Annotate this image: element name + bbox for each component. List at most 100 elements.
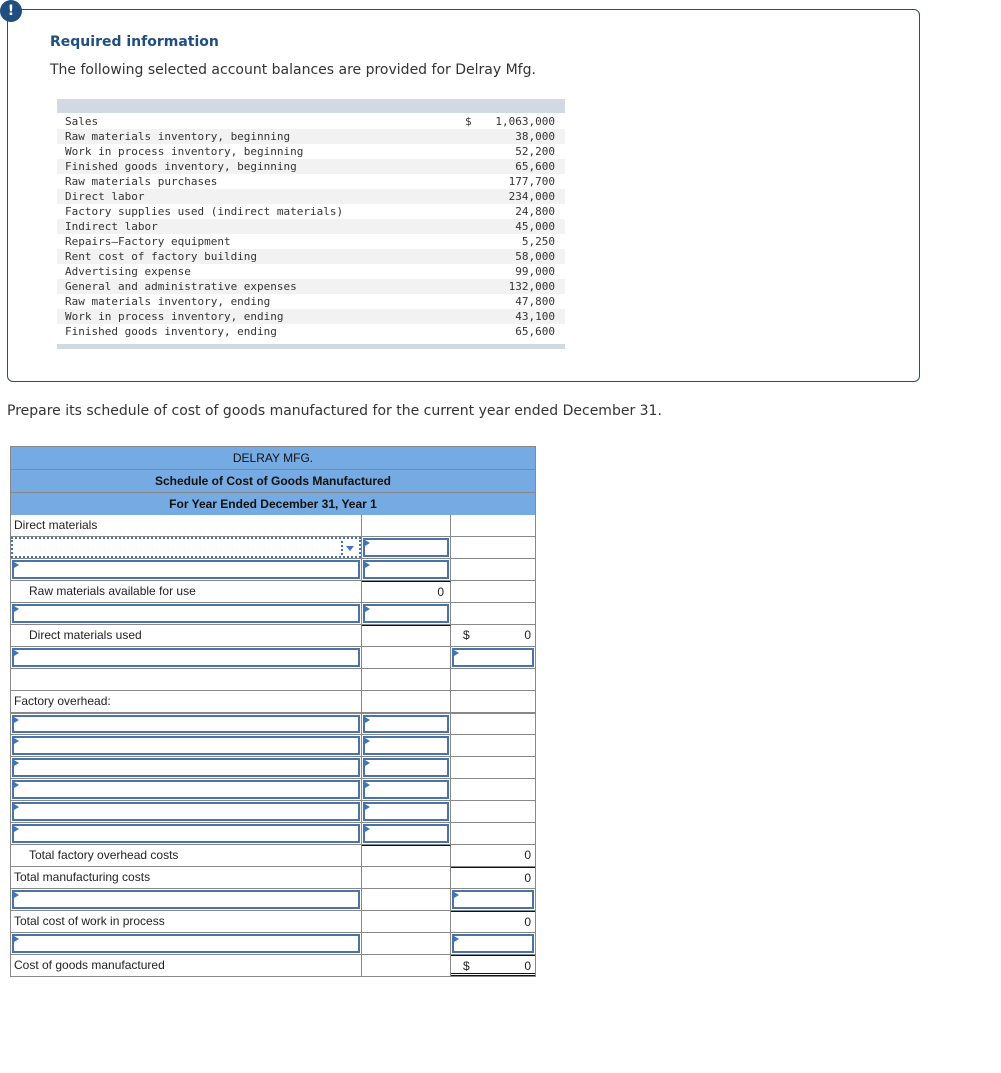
balance-row: General and administrative expenses 132,0…: [57, 279, 565, 294]
balance-label: Raw materials purchases: [65, 175, 218, 188]
balance-row: Raw materials purchases 177,700: [57, 174, 565, 189]
alert-icon: !: [0, 0, 22, 22]
wip-account-input-1[interactable]: [12, 890, 360, 909]
balance-label: General and administrative expenses: [65, 280, 297, 293]
question-prompt: Prepare its schedule of cost of goods ma…: [7, 403, 662, 419]
row-raw-available: Raw materials available for use 0: [10, 581, 536, 603]
table-top-bar: [57, 99, 565, 113]
balance-row: Advertising expense 99,000: [57, 264, 565, 279]
row-overhead-input-2: [10, 735, 536, 757]
row-blank: [10, 669, 536, 691]
label-dm-used: Direct materials used: [11, 625, 362, 646]
dm-amount-input-1[interactable]: [363, 538, 449, 557]
label-raw-available: Raw materials available for use: [11, 581, 362, 602]
dm-account-input-2[interactable]: [12, 560, 360, 579]
dm-account-select[interactable]: [11, 537, 361, 558]
currency-cogm: $: [463, 959, 470, 973]
balance-currency: [465, 279, 485, 294]
balance-row: Raw materials inventory, beginning 38,000: [57, 129, 565, 144]
overhead-amount-input-5[interactable]: [363, 802, 449, 821]
row-overhead-input-1: [10, 713, 536, 735]
cogm-schedule: DELRAY MFG. Schedule of Cost of Goods Ma…: [10, 446, 536, 977]
balance-currency: [465, 204, 485, 219]
dm-amount-input-3[interactable]: [363, 604, 449, 623]
chevron-down-icon[interactable]: [341, 541, 357, 555]
balance-currency: [465, 174, 485, 189]
balance-currency: [465, 309, 485, 324]
balance-value: 52,200: [515, 145, 555, 158]
overhead-amount-input-3[interactable]: [363, 758, 449, 777]
balance-currency: [465, 219, 485, 234]
balance-currency: $: [465, 115, 472, 128]
label-cogm: Cost of goods manufactured: [11, 955, 362, 976]
balance-value: 5,250: [521, 235, 555, 248]
value-total-wip: 0: [524, 915, 531, 929]
labor-account-input[interactable]: [12, 648, 360, 667]
balance-value: 177,700: [508, 175, 555, 188]
overhead-account-input-2[interactable]: [12, 736, 360, 755]
balance-currency: [465, 324, 485, 339]
overhead-account-input-1[interactable]: [12, 715, 360, 733]
dm-amount-input-2[interactable]: [363, 560, 449, 579]
currency-dm-used: $: [463, 628, 470, 642]
balance-row: Finished goods inventory, beginning 65,60…: [57, 159, 565, 174]
value-total-overhead: 0: [524, 848, 531, 862]
balance-currency: [465, 144, 485, 159]
overhead-amount-input-2[interactable]: [363, 736, 449, 755]
wip-amount-input-2[interactable]: [452, 934, 534, 953]
overhead-account-input-6[interactable]: [12, 824, 360, 843]
wip-account-input-2[interactable]: [12, 934, 360, 953]
row-dm-input-2: [10, 559, 536, 581]
wip-amount-input-1[interactable]: [452, 890, 534, 909]
required-information-text: The following selected account balances …: [50, 62, 536, 78]
row-factory-overhead: Factory overhead:: [10, 691, 536, 713]
row-dm-input-3: [10, 603, 536, 625]
balance-currency: [465, 264, 485, 279]
balance-currency: [465, 189, 485, 204]
row-total-mfg: Total manufacturing costs 0: [10, 867, 536, 889]
overhead-account-input-4[interactable]: [12, 780, 360, 799]
balance-value: 47,800: [515, 295, 555, 308]
balance-value: 65,600: [515, 325, 555, 338]
row-overhead-input-4: [10, 779, 536, 801]
row-dm-used: Direct materials used $0: [10, 625, 536, 647]
label-total-mfg: Total manufacturing costs: [11, 867, 362, 888]
balance-value: 99,000: [515, 265, 555, 278]
label-factory-overhead: Factory overhead:: [11, 691, 362, 712]
balance-value: 132,000: [508, 280, 555, 293]
account-balances-table: Sales $1,063,000 Raw materials inventory, …: [57, 99, 565, 349]
balance-value: 45,000: [515, 220, 555, 233]
row-cogm: Cost of goods manufactured $0: [10, 955, 536, 977]
balance-label: Repairs—Factory equipment: [65, 235, 231, 248]
required-information-title: Required information: [50, 34, 219, 50]
balance-currency: [465, 234, 485, 249]
labor-amount-input[interactable]: [452, 648, 534, 667]
balance-row: Work in process inventory, ending 43,100: [57, 309, 565, 324]
balance-value: 234,000: [508, 190, 555, 203]
value-raw-available: 0: [362, 581, 451, 602]
balance-row: Factory supplies used (indirect material…: [57, 204, 565, 219]
dm-account-input-3[interactable]: [12, 604, 360, 623]
balance-row: Work in process inventory, beginning 52,2…: [57, 144, 565, 159]
balance-label: Raw materials inventory, beginning: [65, 130, 291, 143]
balance-row: Indirect labor 45,000: [57, 219, 565, 234]
overhead-account-input-3[interactable]: [12, 758, 360, 777]
overhead-amount-input-6[interactable]: [363, 824, 449, 843]
overhead-amount-input-1[interactable]: [363, 715, 449, 733]
overhead-account-input-5[interactable]: [12, 802, 360, 821]
overhead-amount-input-4[interactable]: [363, 780, 449, 799]
balance-currency: [465, 129, 485, 144]
balance-value: 24,800: [515, 205, 555, 218]
balance-label: Sales: [65, 115, 99, 128]
balance-value: 65,600: [515, 160, 555, 173]
balance-label: Direct labor: [65, 190, 145, 203]
balance-label: Work in process inventory, ending: [65, 310, 284, 323]
balance-value: 38,000: [515, 130, 555, 143]
balance-value: 1,063,000: [495, 115, 555, 128]
value-total-mfg: 0: [524, 871, 531, 885]
balance-label: Work in process inventory, beginning: [65, 145, 304, 158]
balance-label: Indirect labor: [65, 220, 158, 233]
row-total-overhead: Total factory overhead costs 0: [10, 845, 536, 867]
balance-label: Finished goods inventory, ending: [65, 325, 277, 338]
balance-currency: [465, 249, 485, 264]
